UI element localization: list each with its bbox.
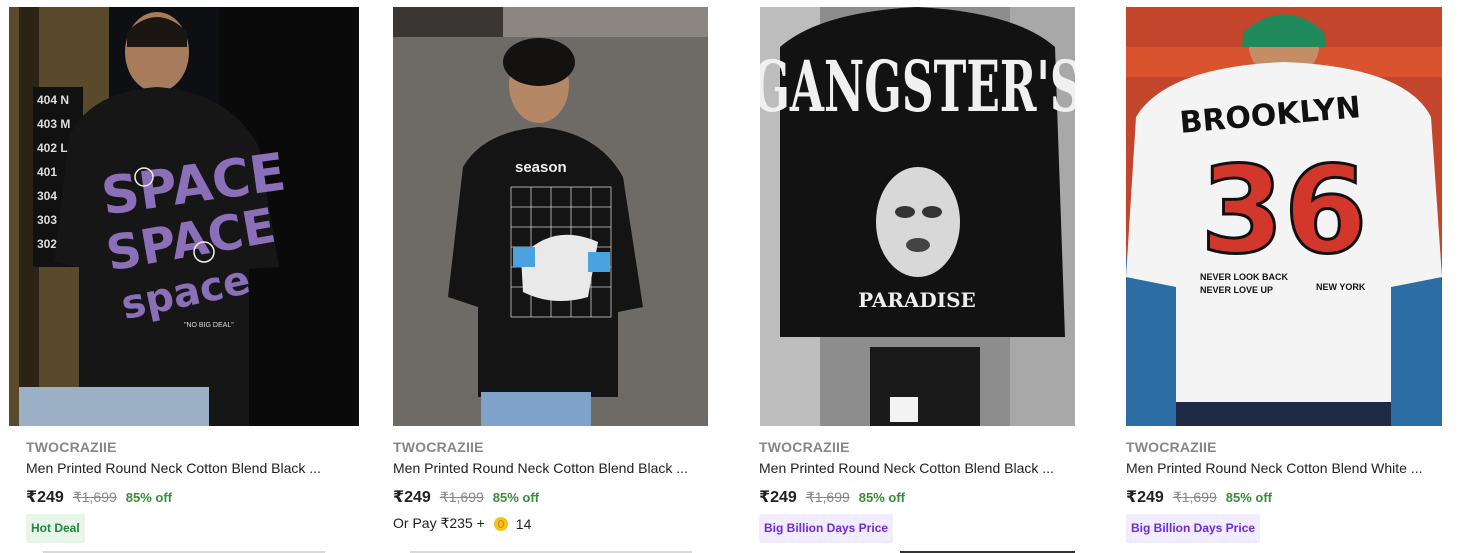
heart-icon[interactable] xyxy=(687,22,709,42)
discount-percent: 85% off xyxy=(492,490,540,505)
selling-price: ₹249 xyxy=(759,489,797,506)
product-photo: GANGSTER'S PARADISE xyxy=(760,7,1075,426)
product-image[interactable]: BROOKLYN 36 NEVER LOOK BACK NEVER LOVE U… xyxy=(1126,7,1442,426)
original-price: ₹1,699 xyxy=(439,489,484,505)
big-billion-days-badge: Big Billion Days Price xyxy=(759,514,894,543)
big-billion-days-badge: Big Billion Days Price xyxy=(1126,514,1261,543)
product-title[interactable]: Men Printed Round Neck Cotton Blend Whit… xyxy=(1126,460,1446,476)
svg-text:404 N: 404 N xyxy=(37,93,69,107)
original-price: ₹1,699 xyxy=(72,489,117,505)
product-brand: TWOCRAZIIE xyxy=(26,439,117,455)
supercoin-count: 14 xyxy=(515,515,532,532)
svg-text:NEVER LOOK BACK: NEVER LOOK BACK xyxy=(1200,272,1289,282)
discount-percent: 85% off xyxy=(1225,490,1273,505)
product-card[interactable]: BROOKLYN 36 NEVER LOOK BACK NEVER LOVE U… xyxy=(1100,0,1467,553)
selling-price: ₹249 xyxy=(1126,489,1164,506)
svg-text:GANGSTER'S: GANGSTER'S xyxy=(760,45,1075,128)
discount-percent: 85% off xyxy=(858,490,906,505)
svg-text:302: 302 xyxy=(37,237,57,251)
heart-icon[interactable] xyxy=(330,22,352,42)
price-row: ₹249 ₹1,699 85% off xyxy=(1126,487,1272,507)
product-image[interactable]: GANGSTER'S PARADISE xyxy=(760,7,1075,426)
selling-price: ₹249 xyxy=(393,489,431,506)
heart-icon[interactable] xyxy=(1053,22,1075,42)
svg-text:PARADISE: PARADISE xyxy=(858,288,976,312)
svg-text:401: 401 xyxy=(37,165,57,179)
product-photo: 404 N 403 M 402 L 401 304 303 302 SPACE … xyxy=(9,7,359,426)
svg-text:NEVER LOVE UP: NEVER LOVE UP xyxy=(1200,285,1273,295)
discount-percent: 85% off xyxy=(125,490,173,505)
product-title[interactable]: Men Printed Round Neck Cotton Blend Blac… xyxy=(26,460,356,476)
product-brand: TWOCRAZIIE xyxy=(393,439,484,455)
product-brand: TWOCRAZIIE xyxy=(759,439,850,455)
product-image[interactable]: season xyxy=(393,7,708,426)
original-price: ₹1,699 xyxy=(1172,489,1217,505)
product-card[interactable]: 404 N 403 M 402 L 401 304 303 302 SPACE … xyxy=(0,0,380,553)
svg-text:403 M: 403 M xyxy=(37,117,70,131)
pay-with-coins-text: Or Pay ₹235 + xyxy=(393,515,485,531)
svg-text:NEW YORK: NEW YORK xyxy=(1316,282,1366,292)
svg-text:402 L: 402 L xyxy=(37,141,68,155)
price-row: ₹249 ₹1,699 85% off xyxy=(759,487,905,507)
product-title[interactable]: Men Printed Round Neck Cotton Blend Blac… xyxy=(393,460,713,476)
product-image[interactable]: 404 N 403 M 402 L 401 304 303 302 SPACE … xyxy=(9,7,359,426)
product-card[interactable]: GANGSTER'S PARADISE TWOCRAZIIE Men Print… xyxy=(733,0,1113,553)
supercoin-offer: Or Pay ₹235 + 14 xyxy=(393,515,531,532)
svg-text:"NO BIG DEAL": "NO BIG DEAL" xyxy=(184,322,234,329)
product-brand: TWOCRAZIIE xyxy=(1126,439,1217,455)
svg-text:303: 303 xyxy=(37,213,57,227)
heart-icon[interactable] xyxy=(1420,22,1442,42)
supercoin-icon xyxy=(493,516,508,531)
price-row: ₹249 ₹1,699 85% off xyxy=(393,487,539,507)
hot-deal-badge: Hot Deal xyxy=(26,514,85,543)
original-price: ₹1,699 xyxy=(805,489,850,505)
price-row: ₹249 ₹1,699 85% off xyxy=(26,487,172,507)
product-card[interactable]: season TWOCRAZIIE Men Printed Round Neck… xyxy=(367,0,747,553)
product-title[interactable]: Men Printed Round Neck Cotton Blend Blac… xyxy=(759,460,1079,476)
product-photo: BROOKLYN 36 NEVER LOOK BACK NEVER LOVE U… xyxy=(1126,7,1442,426)
svg-text:304: 304 xyxy=(37,189,57,203)
product-photo: season xyxy=(393,7,708,426)
selling-price: ₹249 xyxy=(26,489,64,506)
svg-text:36: 36 xyxy=(1201,142,1368,281)
svg-text:season: season xyxy=(515,159,567,176)
